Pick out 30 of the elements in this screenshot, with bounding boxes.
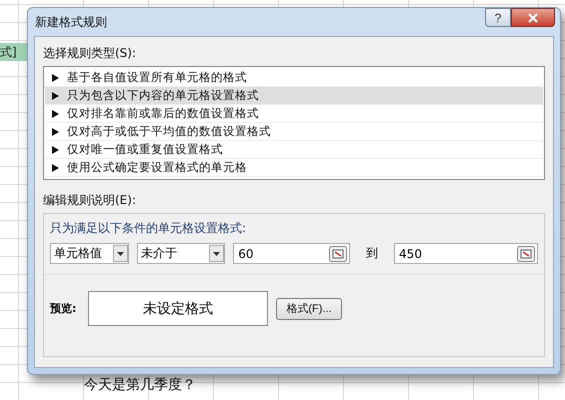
to-label: 到 xyxy=(366,245,378,262)
condition-title: 只为满足以下条件的单元格设置格式: xyxy=(50,220,248,237)
triangle-icon xyxy=(52,128,59,136)
triangle-icon xyxy=(52,110,59,118)
format-button[interactable]: 格式(F)... xyxy=(276,298,342,320)
dropdown[interactable]: 单元格值 xyxy=(50,243,129,264)
rule-type-item[interactable]: 仅对排名靠前或靠后的数值设置格式 xyxy=(45,105,543,123)
rule-type-item[interactable]: 仅对高于或低于平均值的数值设置格式 xyxy=(45,123,543,141)
range-select-icon xyxy=(516,246,535,262)
close-button[interactable] xyxy=(511,8,555,27)
value-field[interactable]: 450 xyxy=(394,243,538,264)
rule-type-item[interactable]: 仅对唯一值或重复值设置格式 xyxy=(45,141,543,159)
triangle-icon xyxy=(52,164,59,172)
range-select-icon xyxy=(329,246,348,262)
rule-type-item[interactable]: 只为包含以下内容的单元格设置格式 xyxy=(45,87,543,105)
close-icon xyxy=(528,12,538,22)
triangle-icon xyxy=(52,74,59,82)
value-field[interactable]: 60 xyxy=(233,243,350,264)
preview-box: 未设定格式 xyxy=(88,291,268,326)
window-title: 新建格式规则 xyxy=(35,14,107,30)
preview-label: 预览: xyxy=(50,301,78,316)
cell-text: 今天是第几季度？ xyxy=(84,376,196,394)
spreadsheet-cell: 式] xyxy=(0,43,27,61)
rule-type-item[interactable]: 使用公式确定要设置格式的单元格 xyxy=(45,159,543,177)
dropdown[interactable]: 未介于 xyxy=(136,243,226,264)
section-label: 选择规则类型(S): xyxy=(43,45,138,62)
section-label: 编辑规则说明(E): xyxy=(43,192,137,209)
help-button[interactable]: ? xyxy=(485,8,511,27)
triangle-icon xyxy=(52,146,59,154)
triangle-icon xyxy=(52,92,59,100)
